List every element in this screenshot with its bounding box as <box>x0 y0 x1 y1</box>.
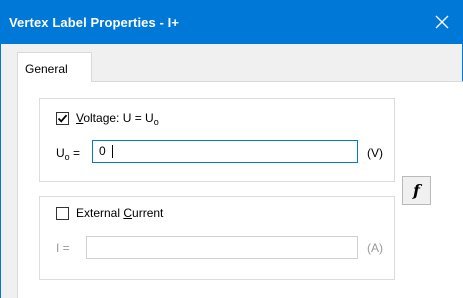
voltage-value-input[interactable]: 0 <box>92 140 358 163</box>
voltage-checkbox[interactable] <box>56 112 69 125</box>
voltage-unit-label: (V) <box>367 146 383 160</box>
current-unit-label: (A) <box>367 241 383 255</box>
external-current-checkbox-label[interactable]: External Current <box>76 206 163 220</box>
tab-general-label: General <box>25 62 68 76</box>
title-bar: Vertex Label Properties - I+ <box>1 0 463 44</box>
voltage-checkbox-label[interactable]: Voltage: U = Uo <box>76 111 159 127</box>
text-caret <box>111 145 113 159</box>
properties-dialog: Vertex Label Properties - I+ General Vol… <box>0 0 463 298</box>
voltage-field-label: Uo = <box>56 146 81 162</box>
checkmark-icon <box>57 114 68 123</box>
current-field-label: I = <box>56 241 70 255</box>
function-icon: f <box>413 181 420 200</box>
external-current-checkbox[interactable] <box>56 207 69 220</box>
close-icon <box>435 15 449 29</box>
current-value-input[interactable] <box>86 236 358 259</box>
tab-general[interactable]: General <box>17 52 92 82</box>
dialog-title: Vertex Label Properties - I+ <box>9 15 180 30</box>
function-button[interactable]: f <box>402 176 431 205</box>
close-button[interactable] <box>420 0 463 44</box>
